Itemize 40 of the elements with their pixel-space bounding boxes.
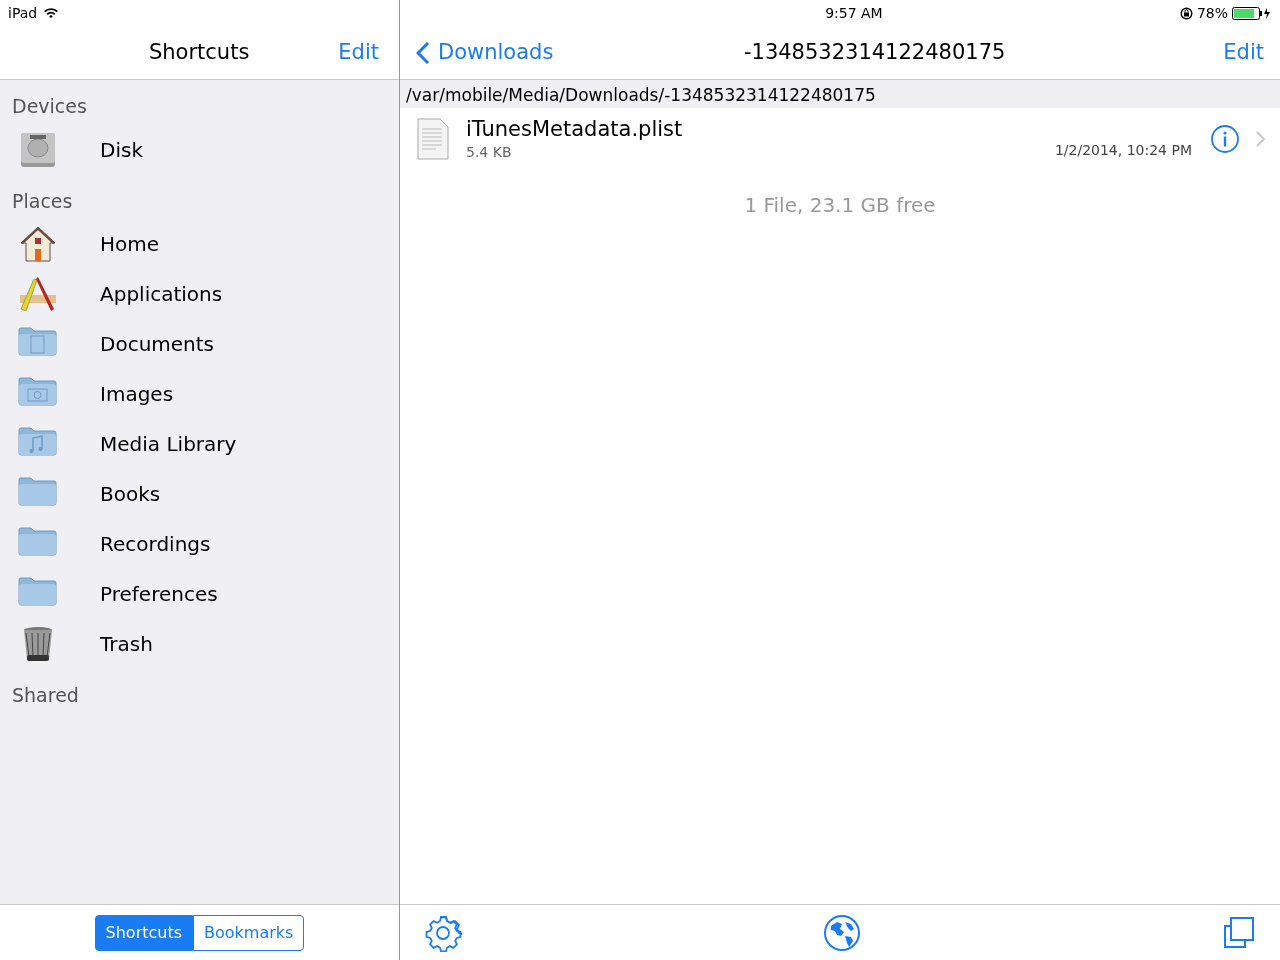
- sidebar-item[interactable]: Applications: [100, 279, 223, 309]
- battery-percentage: 78%: [1196, 3, 1228, 23]
- house-icon: [18, 225, 58, 263]
- segment-tab[interactable]: Bookmarks: [193, 914, 305, 951]
- sidebar-item[interactable]: Images: [100, 379, 174, 409]
- edit-link[interactable]: Edit: [1223, 36, 1264, 69]
- device-name: iPad: [8, 3, 38, 23]
- sidebar-item[interactable]: Documents: [100, 329, 215, 359]
- sidebar-item[interactable]: Recordings: [100, 529, 211, 559]
- sidebar-item[interactable]: Preferences: [100, 579, 218, 609]
- folder-title: -1348532314122480175: [743, 39, 1006, 64]
- sidebar-item[interactable]: Books: [100, 479, 161, 509]
- sidebar-title: Shortcuts: [148, 39, 250, 64]
- chevron-right-icon: [1254, 130, 1266, 148]
- info-icon[interactable]: [1210, 124, 1240, 154]
- segment-tab[interactable]: Shortcuts: [94, 914, 194, 951]
- windows-icon[interactable]: [1222, 915, 1256, 950]
- clock: 9:57 AM: [825, 4, 883, 21]
- sidebar-item[interactable]: Media Library: [100, 429, 237, 459]
- rotation-lock-icon: [1179, 6, 1193, 20]
- sidebar-item[interactable]: Disk: [100, 134, 143, 165]
- chevron-left-icon: [416, 40, 430, 65]
- edit-link[interactable]: Edit: [338, 36, 379, 69]
- file-name[interactable]: iTunesMetadata.plist: [466, 116, 683, 142]
- sidebar-item[interactable]: Home: [100, 229, 160, 259]
- settings-icon[interactable]: [424, 913, 462, 952]
- section-heading: Places: [12, 189, 73, 212]
- document-icon: [416, 117, 450, 161]
- pencil-ruler-icon: [18, 275, 58, 313]
- file-count-text: 1 File, 23.1 GB free: [744, 193, 936, 217]
- globe-icon[interactable]: [823, 913, 861, 952]
- back-button[interactable]: Downloads: [416, 36, 656, 69]
- path-text: /var/mobile/Media/Downloads/-1348532314122480175: [406, 85, 876, 105]
- file-size: 5.4 KB: [466, 144, 512, 160]
- wifi-icon: [43, 7, 60, 19]
- section-heading: Devices: [12, 95, 87, 117]
- file-date: 1/2/2014, 10:24 PM: [1054, 140, 1192, 160]
- sidebar-item[interactable]: Trash: [100, 629, 153, 659]
- section-heading: Shared: [12, 684, 79, 706]
- battery-icon: [1232, 6, 1272, 20]
